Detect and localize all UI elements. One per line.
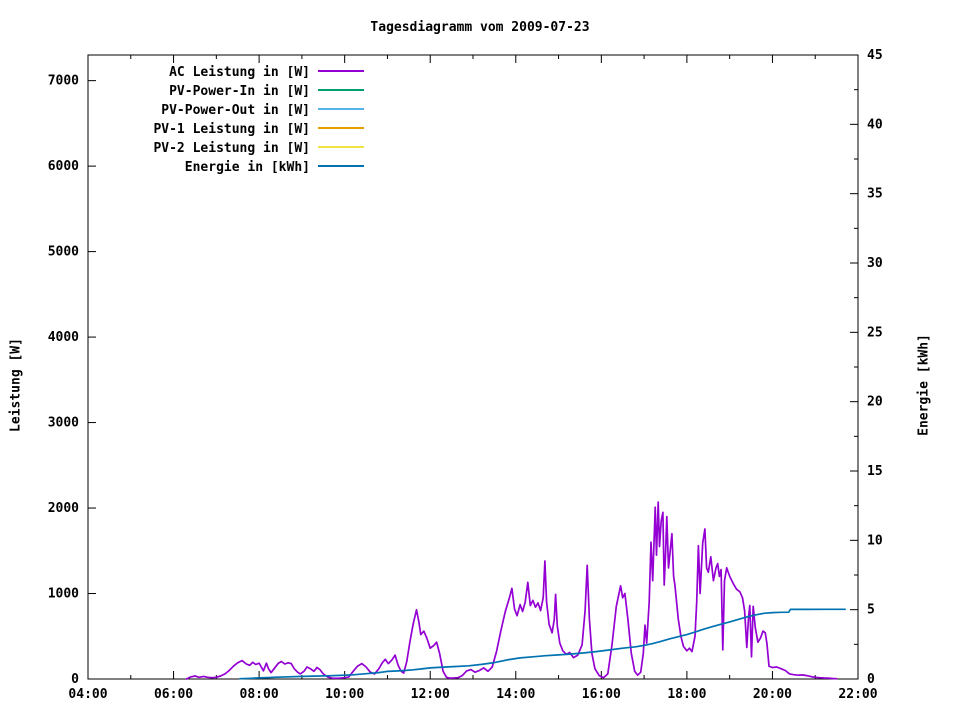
legend-label: AC Leistung in [W] — [169, 65, 310, 80]
x-tick-label: 16:00 — [582, 687, 621, 702]
y-left-tick-label: 7000 — [48, 74, 79, 89]
y-right-tick-label: 15 — [867, 464, 883, 479]
y-right-tick-label: 30 — [867, 256, 883, 271]
y-left-tick-label: 0 — [71, 672, 79, 687]
x-tick-label: 22:00 — [838, 687, 877, 702]
y-right-axis-title: Energie [kWh] — [916, 334, 932, 436]
x-tick-label: 06:00 — [154, 687, 193, 702]
y-right-tick-label: 0 — [867, 672, 875, 687]
legend-label: PV-2 Leistung in [W] — [153, 141, 310, 156]
chart-title: Tagesdiagramm vom 2009-07-23 — [370, 20, 590, 35]
y-right-tick-label: 20 — [867, 395, 883, 410]
y-left-axis-title: Leistung [W] — [8, 338, 24, 432]
y-left-tick-label: 6000 — [48, 159, 79, 174]
x-tick-label: 12:00 — [411, 687, 450, 702]
x-tick-label: 10:00 — [325, 687, 364, 702]
y-left-tick-label: 1000 — [48, 587, 79, 602]
x-tick-label: 04:00 — [68, 687, 107, 702]
y-right-tick-label: 5 — [867, 603, 875, 618]
y-left-tick-label: 5000 — [48, 245, 79, 260]
y-left-tick-label: 4000 — [48, 330, 79, 345]
legend-label: Energie in [kWh] — [185, 160, 310, 175]
x-tick-label: 14:00 — [496, 687, 535, 702]
y-right-tick-label: 25 — [867, 325, 883, 340]
y-right-tick-label: 35 — [867, 187, 883, 202]
y-left-tick-label: 2000 — [48, 501, 79, 516]
y-right-tick-label: 10 — [867, 533, 883, 548]
legend-label: PV-1 Leistung in [W] — [153, 122, 310, 137]
x-tick-label: 20:00 — [753, 687, 792, 702]
series-ac-leistung-in-w- — [185, 501, 838, 680]
y-left-tick-label: 3000 — [48, 416, 79, 431]
chart-page: Tagesdiagramm vom 2009-07-23 Leistung [W… — [0, 0, 960, 720]
legend-label: PV-Power-In in [W] — [169, 84, 310, 99]
y-right-tick-label: 40 — [867, 117, 883, 132]
tagesdiagramm-chart: 04:00 06:00 08:00 10:00 12:00 14:00 16:00 18:00… — [48, 48, 883, 702]
x-tick-label: 18:00 — [667, 687, 706, 702]
legend-label: PV-Power-Out in [W] — [161, 103, 310, 118]
y-right-tick-label: 45 — [867, 48, 883, 63]
x-tick-label: 08:00 — [240, 687, 279, 702]
